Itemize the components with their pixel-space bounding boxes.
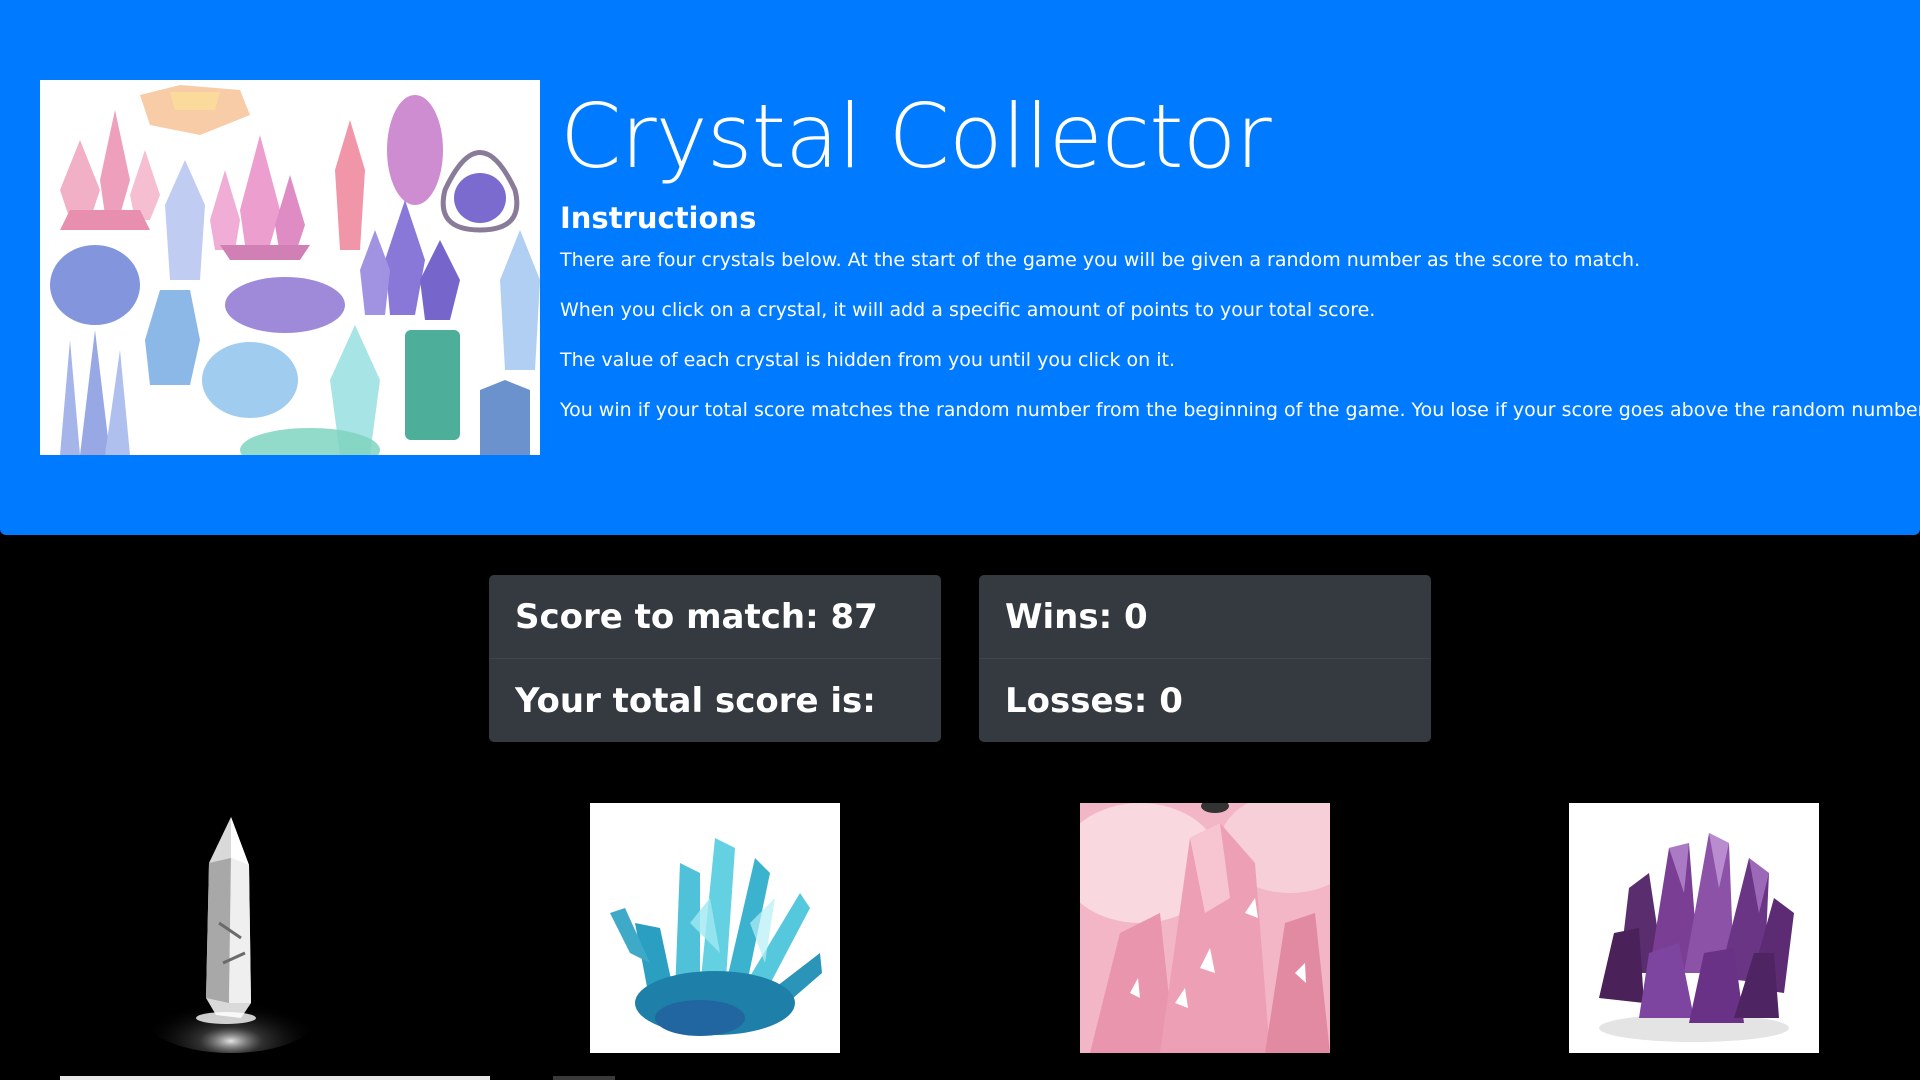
purple-crystal-cluster-icon xyxy=(1569,803,1819,1053)
score-to-match: Score to match: 87 xyxy=(515,597,878,637)
crystals-illustration-image xyxy=(40,80,540,455)
instruction-line: When you click on a crystal, it will add… xyxy=(560,299,1376,321)
losses-count: Losses: 0 xyxy=(1005,681,1183,721)
score-card: Score to match: 87 Your total score is: xyxy=(489,575,941,742)
card-divider xyxy=(979,658,1431,659)
page-title: Crystal Collector xyxy=(560,85,1272,188)
crystal-button-3[interactable] xyxy=(1080,803,1330,1053)
bottom-divider xyxy=(60,1076,490,1080)
instruction-line: The value of each crystal is hidden from… xyxy=(560,349,1176,371)
card-divider xyxy=(489,658,941,659)
instructions-heading: Instructions xyxy=(560,201,757,235)
bottom-divider xyxy=(553,1076,615,1080)
crystal-button-2[interactable] xyxy=(590,803,840,1053)
record-card: Wins: 0 Losses: 0 xyxy=(979,575,1431,742)
pink-crystal-icon xyxy=(1080,803,1330,1053)
blue-crystal-cluster-icon xyxy=(590,803,840,1053)
crystal-button-1[interactable] xyxy=(101,803,351,1053)
wins-count: Wins: 0 xyxy=(1005,597,1148,637)
instruction-line: There are four crystals below. At the st… xyxy=(560,249,1641,271)
instruction-line: You win if your total score matches the … xyxy=(560,399,1920,421)
total-score: Your total score is: xyxy=(515,681,876,721)
crystal-button-4[interactable] xyxy=(1569,803,1819,1053)
clear-quartz-crystal-icon xyxy=(101,803,351,1053)
header-jumbotron: Crystal Collector Instructions There are… xyxy=(0,0,1920,535)
